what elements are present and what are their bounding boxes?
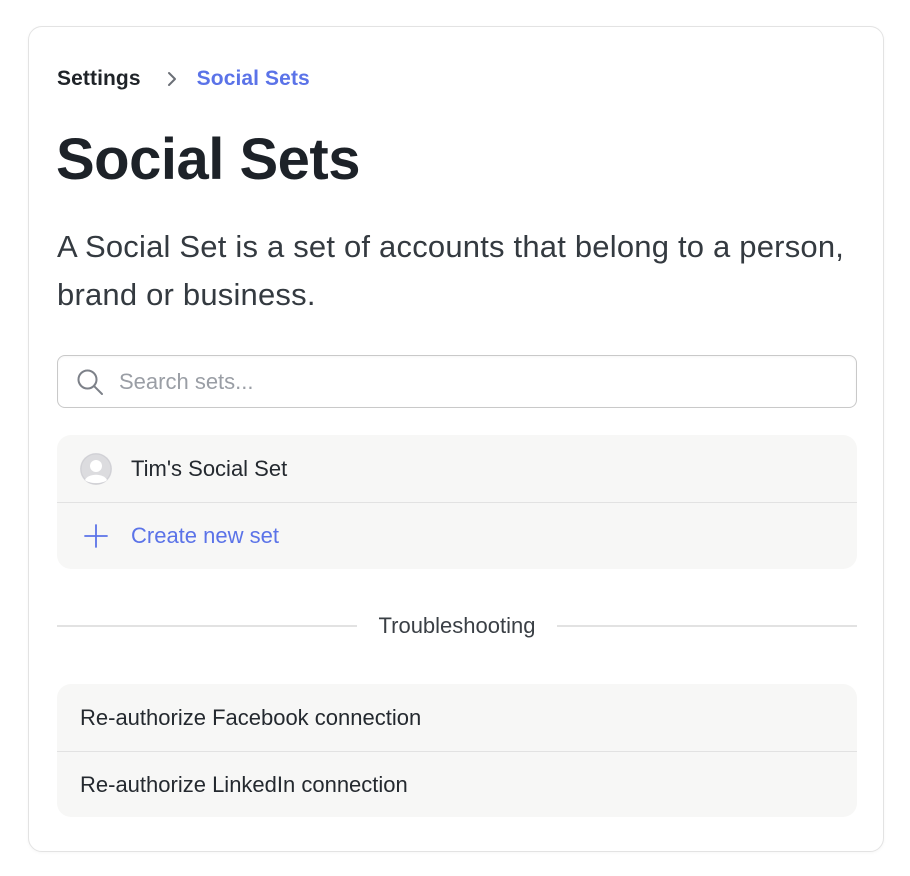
reauthorize-linkedin-button[interactable]: Re-authorize LinkedIn connection <box>57 751 857 817</box>
divider-line-right <box>557 625 857 627</box>
page-title: Social Sets <box>56 127 360 192</box>
troubleshooting-heading: Troubleshooting <box>378 613 536 638</box>
page-description: A Social Set is a set of accounts that b… <box>57 229 845 312</box>
breadcrumb-settings-link[interactable]: Settings <box>57 67 141 91</box>
plus-icon <box>80 520 112 552</box>
search-input[interactable] <box>119 368 819 395</box>
search-icon <box>75 367 105 397</box>
create-new-set-button[interactable]: Create new set <box>57 502 857 569</box>
breadcrumb-current: Social Sets <box>196 67 310 90</box>
avatar-icon <box>80 452 112 485</box>
chevron-right-icon <box>165 70 179 88</box>
social-set-label: Tim's Social Set <box>131 455 288 481</box>
reauthorize-facebook-button[interactable]: Re-authorize Facebook connection <box>57 684 857 751</box>
divider-line-left <box>57 625 357 627</box>
create-new-set-label: Create new set <box>131 523 279 548</box>
troubleshooting-divider: Troubleshooting <box>57 611 857 641</box>
troubleshooting-list: Re-authorize Facebook connection Re-auth… <box>57 684 857 817</box>
social-set-item[interactable]: Tim's Social Set <box>57 435 857 502</box>
social-sets-list: Tim's Social Set Create new set <box>57 435 857 569</box>
settings-card: Settings Social Sets Social Sets A Socia… <box>28 26 884 852</box>
breadcrumb: Settings Social Sets <box>57 67 310 91</box>
search-box[interactable] <box>57 355 857 408</box>
